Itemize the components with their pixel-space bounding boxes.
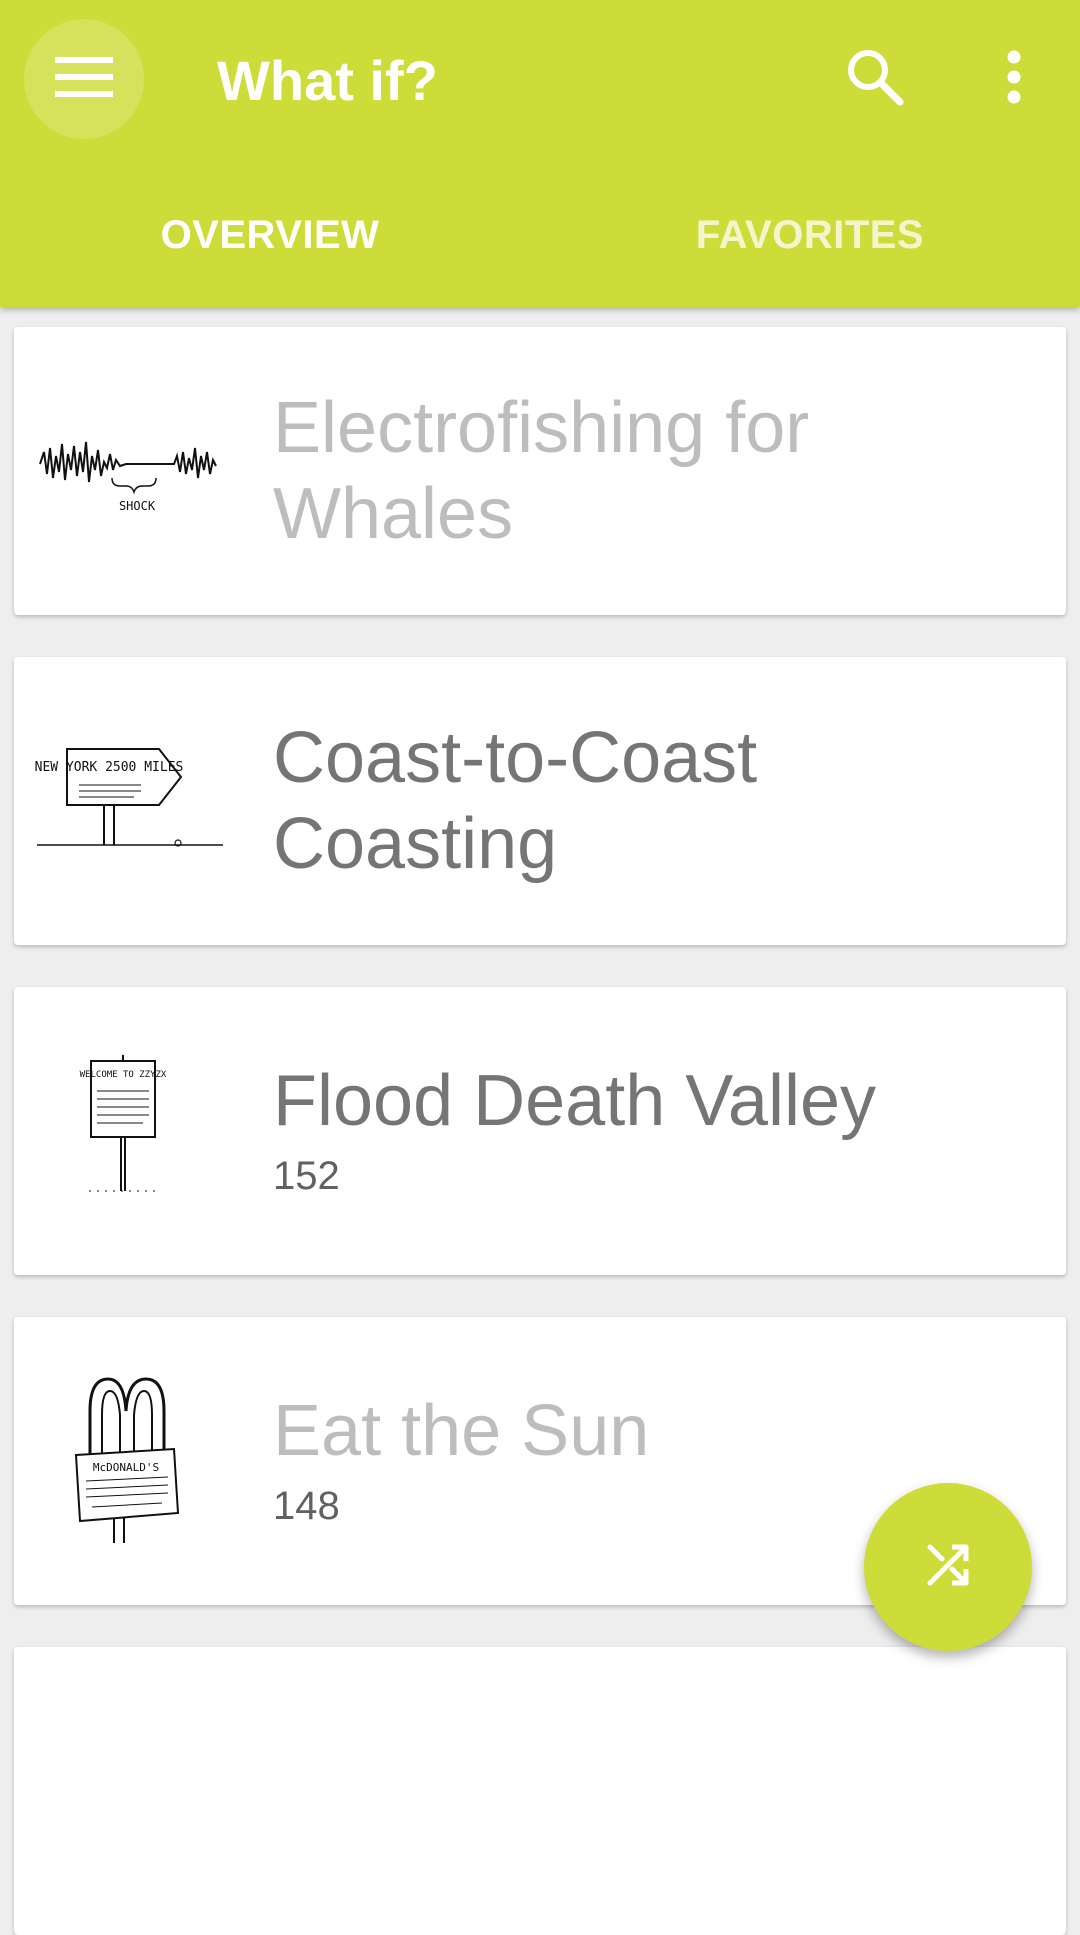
tab-bar: OVERVIEW FAVORITES — [0, 195, 1080, 275]
article-card-next[interactable] — [14, 1647, 1066, 1935]
article-text: Flood Death Valley 152 — [273, 987, 1042, 1275]
article-text: Electrofishing for Whales — [273, 327, 1042, 615]
article-text: Coast-to-Coast Coasting — [273, 657, 1042, 945]
thumb-label: NEW YORK 2500 MILES — [35, 760, 184, 775]
tab-overview[interactable]: OVERVIEW — [0, 195, 540, 275]
app-title: What if? — [217, 49, 438, 112]
more-options-button[interactable] — [969, 34, 1059, 124]
search-button[interactable] — [830, 34, 920, 124]
random-article-button[interactable] — [864, 1483, 1032, 1651]
tab-indicator — [0, 301, 540, 307]
article-thumbnail: McDONALD'S — [14, 1317, 244, 1605]
article-thumbnail: NEW YORK 2500 MILES — [14, 657, 244, 945]
article-card-flood-death-valley[interactable]: WELCOME TO ZZYZX Flood Death Valley 152 — [14, 987, 1066, 1275]
article-title: Flood Death Valley — [273, 1061, 876, 1141]
tab-favorites[interactable]: FAVORITES — [540, 195, 1080, 275]
thumb-label: WELCOME TO ZZYZX — [80, 1070, 167, 1080]
thumb-label: McDONALD'S — [93, 1461, 159, 1474]
article-title: Electrofishing for Whales — [273, 388, 810, 554]
app-bar: What if? OVERVIEW FAVORITES — [0, 0, 1080, 307]
article-title: Coast-to-Coast Coasting — [273, 718, 758, 884]
article-number: 152 — [273, 1154, 340, 1198]
search-icon — [846, 48, 904, 111]
more-vert-icon — [1006, 50, 1022, 109]
shuffle-icon — [924, 1541, 972, 1594]
hamburger-menu-icon — [55, 56, 113, 102]
article-card-electrofishing[interactable]: SHOCK Electrofishing for Whales — [14, 327, 1066, 615]
article-title: Eat the Sun — [273, 1391, 650, 1471]
article-card-coast-to-coast[interactable]: NEW YORK 2500 MILES Coast-to-Coast Coast… — [14, 657, 1066, 945]
article-thumbnail: SHOCK — [14, 327, 244, 615]
thumb-label: SHOCK — [119, 499, 156, 513]
menu-button[interactable] — [24, 19, 144, 139]
article-thumbnail: WELCOME TO ZZYZX — [14, 987, 244, 1275]
